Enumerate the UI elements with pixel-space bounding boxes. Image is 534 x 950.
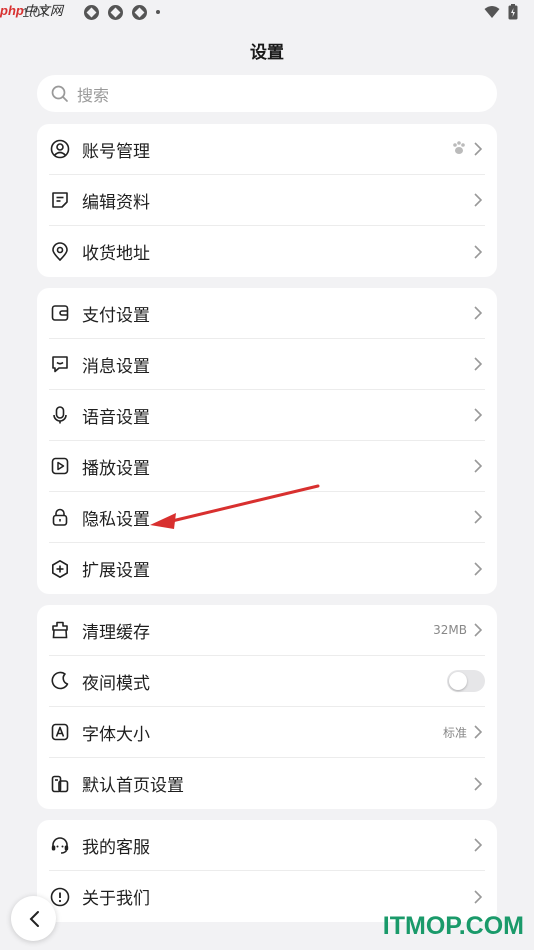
chevron-right-icon — [471, 244, 485, 259]
settings-item-customer-service[interactable]: 我的客服 — [49, 820, 485, 871]
settings-group-system: 清理缓存 32MB 夜间模式 字体大小 标准 默认首页设置 — [37, 605, 497, 809]
chevron-right-icon — [471, 142, 485, 156]
settings-item-label: 字体大小 — [82, 724, 150, 745]
paw-icon — [451, 140, 467, 159]
settings-item-label: 收货地址 — [82, 244, 150, 264]
chevron-right-icon — [471, 306, 485, 320]
settings-item-privacy[interactable]: 隐私设置 — [49, 492, 485, 543]
settings-item-message[interactable]: 消息设置 — [49, 339, 485, 390]
message-icon — [49, 353, 71, 375]
settings-item-label: 账号管理 — [82, 141, 150, 162]
app-notification-icon — [84, 5, 99, 20]
search-input[interactable]: 搜索 — [37, 75, 497, 112]
chevron-right-icon — [471, 725, 485, 739]
toggle-knob — [449, 672, 467, 690]
settings-group-support: 我的客服 关于我们 — [37, 820, 497, 922]
cache-size-value: 32MB — [433, 623, 467, 637]
chevron-right-icon — [471, 623, 485, 637]
settings-item-night-mode: 夜间模式 — [49, 656, 485, 707]
settings-item-default-homepage[interactable]: 默认首页设置 — [49, 758, 485, 809]
app-notification-icon — [132, 5, 147, 20]
settings-group-preferences: 支付设置 消息设置 语音设置 播放设置 隐私设置 扩展设置 — [37, 288, 497, 594]
lock-icon — [49, 506, 71, 528]
chevron-left-icon — [29, 910, 39, 927]
site-watermark: ITMOP.COM — [382, 912, 524, 940]
moon-icon — [49, 670, 71, 692]
home-page-icon — [49, 773, 71, 795]
chevron-right-icon — [471, 357, 485, 371]
settings-item-label: 编辑资料 — [82, 192, 150, 213]
settings-item-label: 清理缓存 — [82, 622, 150, 643]
app-notification-icon — [108, 5, 123, 20]
settings-item-account[interactable]: 账号管理 — [49, 124, 485, 175]
play-icon — [49, 455, 71, 477]
settings-item-address[interactable]: 收货地址 — [49, 226, 485, 277]
settings-item-label: 默认首页设置 — [82, 776, 184, 796]
wallet-icon — [49, 302, 71, 324]
settings-item-voice[interactable]: 语音设置 — [49, 390, 485, 441]
font-size-icon — [49, 721, 71, 743]
settings-item-label: 播放设置 — [82, 458, 150, 479]
font-size-value: 标准 — [442, 725, 467, 740]
chevron-right-icon — [471, 408, 485, 422]
broom-icon — [49, 619, 71, 641]
settings-item-payment[interactable]: 支付设置 — [49, 288, 485, 339]
wifi-icon — [484, 6, 500, 18]
settings-item-label: 关于我们 — [82, 889, 150, 909]
settings-item-label: 扩展设置 — [82, 561, 150, 581]
chevron-right-icon — [471, 838, 485, 852]
back-button[interactable] — [11, 896, 56, 941]
night-mode-toggle[interactable] — [447, 670, 485, 692]
edit-note-icon — [49, 189, 71, 211]
settings-item-label: 隐私设置 — [82, 509, 150, 530]
location-pin-icon — [49, 241, 71, 263]
microphone-icon — [49, 404, 71, 426]
settings-item-edit-profile[interactable]: 编辑资料 — [49, 175, 485, 226]
chevron-right-icon — [471, 561, 485, 576]
settings-group-account: 账号管理 编辑资料 收货地址 — [37, 124, 497, 277]
search-placeholder: 搜索 — [77, 85, 110, 105]
search-icon — [51, 85, 68, 102]
chevron-right-icon — [471, 459, 485, 473]
settings-item-playback[interactable]: 播放设置 — [49, 441, 485, 492]
settings-item-label: 我的客服 — [82, 837, 150, 858]
more-notifications-dot — [156, 10, 160, 14]
user-circle-icon — [49, 138, 71, 160]
settings-item-label: 夜间模式 — [82, 673, 150, 694]
chevron-right-icon — [471, 889, 485, 904]
settings-item-label: 语音设置 — [82, 407, 150, 428]
chevron-right-icon — [471, 510, 485, 524]
status-bar: 1:07 php中文网 — [0, 0, 534, 26]
settings-item-label: 支付设置 — [82, 305, 150, 326]
chevron-right-icon — [471, 776, 485, 791]
settings-item-clear-cache[interactable]: 清理缓存 32MB — [49, 605, 485, 656]
settings-item-extensions[interactable]: 扩展设置 — [49, 543, 485, 594]
info-icon — [49, 886, 71, 908]
chevron-right-icon — [471, 193, 485, 207]
settings-item-font-size[interactable]: 字体大小 标准 — [49, 707, 485, 758]
notification-icons — [84, 5, 160, 20]
system-status-icons — [484, 4, 518, 20]
battery-icon — [508, 4, 518, 20]
php-watermark-logo: php中文网 — [0, 3, 63, 18]
plus-hexagon-icon — [49, 558, 71, 580]
settings-item-label: 消息设置 — [82, 356, 150, 377]
page-title: 设置 — [250, 43, 284, 63]
headset-icon — [49, 834, 71, 856]
